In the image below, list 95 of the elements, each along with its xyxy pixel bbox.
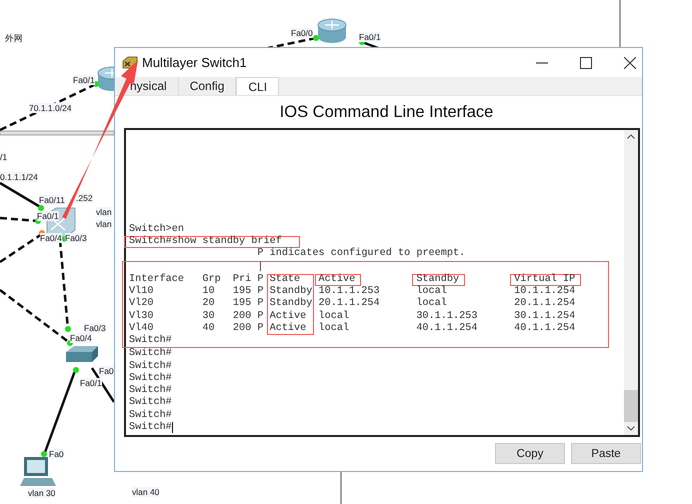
terminal-line: Switch#: [129, 422, 172, 433]
port-label: vlan: [96, 219, 112, 229]
action-button[interactable]: Paste: [571, 443, 641, 464]
table-cell: P: [257, 312, 264, 322]
port-label: vlan 40: [132, 487, 160, 497]
table-cell: Active: [270, 324, 306, 334]
port-label: Fa0/3: [65, 233, 87, 243]
table-cell: Vl10: [129, 287, 154, 298]
terminal-line: Switch>en: [129, 224, 184, 235]
tab[interactable]: CLI: [236, 77, 280, 95]
table-cell: local: [318, 312, 350, 322]
port-label: Fa0/0: [291, 28, 313, 38]
table-cell: local: [416, 287, 447, 298]
table-cell: 20: [202, 299, 215, 310]
port-label: Fa0/4: [40, 233, 62, 243]
table-cell: 195: [232, 299, 252, 310]
port-label: Fa0/1: [73, 75, 95, 85]
port-label: /1: [0, 152, 8, 162]
port-label: Fa0/4: [70, 333, 92, 343]
table-cell: local: [416, 299, 447, 310]
terminal[interactable]: [124, 128, 640, 437]
scrollbar[interactable]: [624, 130, 638, 435]
port-label: Fa0/1: [80, 378, 102, 388]
terminal-line: Switch#show standby brief: [129, 237, 282, 248]
column-header: Virtual IP: [514, 274, 576, 285]
panel-heading: IOS Command Line Interface: [278, 102, 494, 123]
table-cell: Standby: [270, 299, 312, 310]
table-cell: Vl30: [129, 312, 154, 322]
column-header: Pri: [232, 274, 252, 285]
terminal-line: P indicates configured to preempt.: [256, 249, 466, 260]
port-label: 外网: [5, 33, 23, 43]
terminal-line: Switch#: [129, 362, 172, 372]
network-link: [0, 216, 38, 222]
port-label: vlan: [96, 207, 112, 217]
column-header: Interface: [129, 274, 184, 285]
table-cell: 30.1.1.254: [514, 312, 576, 322]
port-label: .252: [76, 193, 93, 203]
port-label: 0.1.1.1/24: [0, 172, 38, 182]
table-cell: 20.1.1.254: [318, 299, 380, 310]
close-icon[interactable]: [624, 56, 636, 68]
router-icon[interactable]: [318, 18, 346, 43]
chevron-up-icon[interactable]: [627, 134, 635, 139]
table-cell: 40.1.1.254: [514, 324, 576, 334]
column-header: P: [257, 274, 264, 285]
table-cell: 30.1.1.253: [416, 312, 478, 322]
link-light-icon: [38, 205, 44, 211]
terminal-line: Switch#: [129, 374, 172, 384]
port-label: Fa0/3: [84, 323, 106, 333]
scroll-thumb[interactable]: [624, 390, 638, 422]
window-title: Multilayer Switch1: [142, 55, 247, 70]
link-light-icon: [65, 326, 71, 332]
table-cell: Vl20: [129, 299, 154, 310]
table-cell: 200: [232, 324, 252, 334]
link-light-icon: [73, 367, 79, 373]
computer-icon[interactable]: [20, 457, 56, 486]
table-cell: Active: [270, 312, 306, 322]
column-header: Grp: [202, 274, 221, 285]
table-cell: P: [257, 324, 264, 334]
table-cell: Vl40: [129, 324, 154, 334]
port-label: Fa0/11: [39, 195, 65, 205]
link-light-icon: [313, 35, 319, 41]
terminal-line: Switch#: [129, 398, 172, 408]
table-cell: 200: [232, 312, 252, 322]
text-cursor: [172, 422, 173, 434]
table-cell: 30: [202, 312, 215, 322]
terminal-line: Switch#: [129, 336, 172, 346]
terminal-line: Switch#: [129, 349, 172, 360]
table-cell: local: [318, 324, 350, 334]
table-cell: 10: [202, 287, 215, 298]
port-label: Fa0: [49, 449, 64, 459]
switch-icon[interactable]: [66, 346, 98, 362]
port-label: Fa0/1: [37, 211, 59, 221]
table-cell: P: [257, 299, 264, 310]
table-cell: 10.1.1.253: [318, 287, 380, 298]
column-header: Active: [318, 274, 356, 285]
action-button[interactable]: Copy: [495, 443, 565, 464]
table-cell: 20.1.1.254: [514, 299, 576, 310]
chevron-down-icon[interactable]: [627, 426, 635, 431]
table-cell: 195: [232, 287, 252, 298]
terminal-line: Switch#: [129, 386, 172, 396]
terminal-line: |: [256, 262, 264, 273]
terminal-line: Switch#: [129, 410, 172, 421]
table-cell: 40.1.1.254: [416, 324, 478, 334]
network-link: [362, 40, 378, 50]
port-label: 70.1.1.0/24: [29, 103, 72, 113]
table-cell: Standby: [270, 287, 312, 298]
port-label: vlan 30: [28, 488, 56, 498]
table-cell: P: [257, 287, 264, 298]
link-light-icon: [41, 451, 47, 457]
network-link: [268, 36, 316, 50]
table-cell: 40: [202, 324, 215, 334]
maximize-icon[interactable]: [580, 56, 592, 68]
table-cell: 10.1.1.254: [514, 287, 576, 298]
port-label: Fa0: [99, 366, 114, 376]
column-header: Standby: [416, 274, 460, 285]
